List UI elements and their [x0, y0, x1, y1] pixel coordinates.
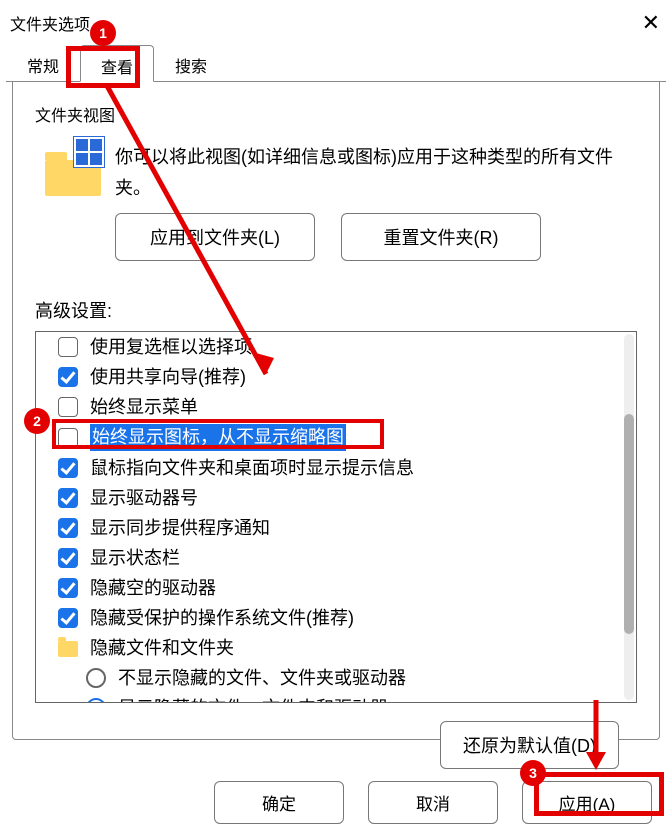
list-item[interactable]: 显示状态栏 — [36, 543, 636, 573]
list-item[interactable]: 隐藏空的驱动器 — [36, 573, 636, 603]
checkbox[interactable] — [58, 458, 78, 478]
folder-views-desc: 你可以将此视图(如详细信息或图标)应用于这种类型的所有文件夹。 — [115, 136, 637, 203]
tab-view[interactable]: 查看 — [80, 45, 154, 82]
annotation-badge-3: 3 — [520, 760, 546, 786]
list-item-label: 显示同步提供程序通知 — [90, 515, 270, 541]
radio[interactable] — [86, 698, 106, 703]
checkbox[interactable] — [58, 428, 78, 448]
cancel-button[interactable]: 取消 — [368, 781, 498, 824]
folder-icon — [58, 641, 78, 657]
list-item[interactable]: 显示驱动器号 — [36, 483, 636, 513]
list-item[interactable]: 显示隐藏的文件、文件夹和驱动器 — [36, 693, 636, 703]
advanced-settings-list[interactable]: 使用复选框以选择项使用共享向导(推荐) 始终显示菜单始终显示图标，从不显示缩略图鼠… — [35, 331, 637, 703]
annotation-badge-1: 1 — [90, 20, 116, 46]
list-item-label: 显示驱动器号 — [90, 485, 198, 511]
checkbox[interactable] — [58, 518, 78, 538]
checkbox[interactable] — [58, 488, 78, 508]
apply-button[interactable]: 应用(A) — [522, 781, 652, 824]
advanced-settings-label: 高级设置: — [35, 297, 637, 323]
list-item-label: 始终显示菜单 — [90, 394, 198, 420]
list-item-label: 显示状态栏 — [90, 545, 180, 571]
tab-bar: 常规 查看 搜索 — [6, 44, 666, 82]
tab-search[interactable]: 搜索 — [154, 44, 228, 81]
checkbox[interactable] — [58, 608, 78, 628]
list-item[interactable]: 使用共享向导(推荐) — [36, 362, 636, 392]
list-item[interactable]: 鼠标指向文件夹和桌面项时显示提示信息 — [36, 453, 636, 483]
scrollbar-thumb[interactable] — [624, 414, 634, 634]
annotation-badge-2: 2 — [24, 408, 50, 434]
list-item-label: 使用复选框以选择项 — [90, 334, 252, 360]
list-item[interactable]: 隐藏文件和文件夹 — [36, 633, 636, 663]
folder-views-label: 文件夹视图 — [35, 102, 637, 126]
list-item-label: 显示隐藏的文件、文件夹和驱动器 — [118, 695, 388, 703]
list-item-label: 隐藏受保护的操作系统文件(推荐) — [90, 605, 354, 631]
checkbox[interactable] — [58, 548, 78, 568]
list-item[interactable]: 始终显示菜单 — [36, 392, 636, 422]
scrollbar[interactable] — [624, 334, 634, 700]
ok-button[interactable]: 确定 — [214, 781, 344, 824]
list-item-label: 隐藏文件和文件夹 — [90, 635, 234, 661]
list-item[interactable]: 始终显示图标，从不显示缩略图 — [36, 422, 636, 452]
list-item[interactable]: 使用复选框以选择项 — [36, 332, 636, 362]
list-item[interactable]: 隐藏受保护的操作系统文件(推荐) — [36, 603, 636, 633]
radio[interactable] — [86, 668, 106, 688]
checkbox[interactable] — [58, 397, 78, 417]
list-item[interactable]: 显示同步提供程序通知 — [36, 513, 636, 543]
list-item-label: 不显示隐藏的文件、文件夹或驱动器 — [118, 665, 406, 691]
close-icon[interactable]: ✕ — [634, 8, 668, 38]
tab-general[interactable]: 常规 — [6, 44, 80, 81]
checkbox[interactable] — [58, 337, 78, 357]
checkbox[interactable] — [58, 578, 78, 598]
list-item-label: 鼠标指向文件夹和桌面项时显示提示信息 — [90, 455, 414, 481]
window-title: 文件夹选项 — [10, 11, 90, 35]
list-item-label: 始终显示图标，从不显示缩略图 — [90, 424, 346, 450]
reset-folders-button[interactable]: 重置文件夹(R) — [341, 213, 541, 261]
apply-to-folders-button[interactable]: 应用到文件夹(L) — [115, 213, 315, 261]
list-item[interactable]: 不显示隐藏的文件、文件夹或驱动器 — [36, 663, 636, 693]
checkbox[interactable] — [58, 367, 78, 387]
list-item-label: 使用共享向导(推荐) — [90, 364, 246, 390]
folder-view-icon — [45, 150, 101, 196]
list-item-label: 隐藏空的驱动器 — [90, 575, 216, 601]
